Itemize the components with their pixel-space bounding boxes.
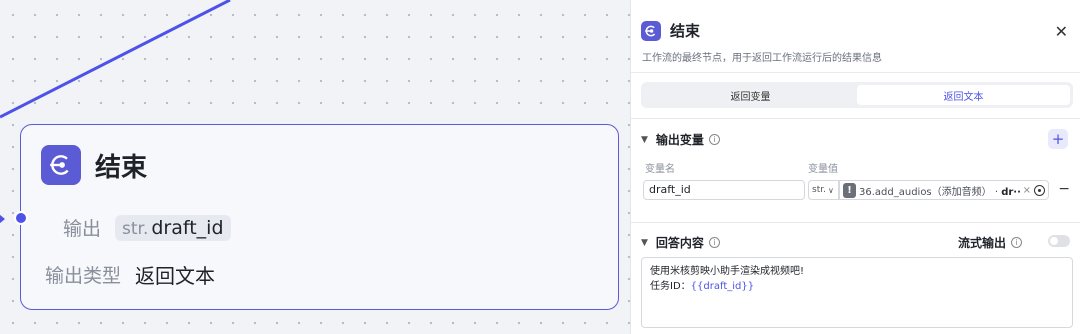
end-node[interactable]: 结束 输出 str. draft_id 输出类型 返回文本 [0, 124, 619, 310]
node-output-row: 输出 str. draft_id [21, 214, 231, 241]
stream-output-label: 流式输出 [957, 236, 1006, 250]
answer-section-title: 回答内容 [655, 236, 704, 250]
output-type-label: 输出类型 [44, 265, 121, 287]
stream-output-toggle[interactable] [1048, 235, 1070, 247]
info-icon[interactable]: i [708, 134, 720, 145]
info-icon[interactable]: i [1011, 237, 1022, 248]
remove-variable-button[interactable]: − [1058, 181, 1070, 197]
variable-type-value: str. [812, 185, 826, 195]
variable-name-input[interactable]: draft_id [643, 180, 805, 200]
close-icon[interactable]: ✕ [1055, 22, 1068, 41]
chevron-down-icon[interactable]: ▼ [641, 238, 648, 248]
answer-section-header[interactable]: ▼ 回答内容 i [641, 234, 720, 251]
chevron-down-icon[interactable]: ▼ [641, 135, 648, 145]
end-node-icon [641, 20, 661, 41]
node-config-panel: 结束 ✕ 工作流的最终节点，用于返回工作流运行后的结果信息 返回变量 返回文本 … [630, 0, 1080, 334]
divider [631, 72, 1080, 73]
output-label: 输出 [62, 218, 101, 240]
variable-type-select[interactable]: str. ∨ [808, 180, 839, 200]
output-section-title: 输出变量 [655, 133, 704, 147]
output-var-name: draft_id [151, 216, 224, 239]
add-variable-button[interactable]: + [1048, 129, 1068, 149]
end-node-icon [41, 145, 81, 185]
column-header-name: 变量名 [645, 164, 675, 175]
reference-text: 36.add_audios（添加音频） · dr··· [859, 183, 1020, 198]
panel-title: 结束 [670, 22, 701, 40]
panel-header: 结束 [641, 20, 700, 41]
warning-icon: ! [843, 182, 856, 198]
stream-output-label-wrap: 流式输出 i [958, 234, 1022, 251]
output-var-type: str. [122, 218, 149, 239]
node-output-type-row: 输出类型 返回文本 [21, 260, 215, 289]
return-mode-tabs: 返回变量 返回文本 [641, 82, 1073, 108]
output-type-value: 返回文本 [135, 264, 215, 288]
node-title: 结束 [95, 152, 148, 183]
answer-line-2: 任务ID：{{draft_id}} [650, 279, 1064, 294]
divider [631, 118, 1080, 119]
variable-reference-field[interactable]: ! 36.add_audios（添加音频） · dr··· × [839, 180, 1049, 200]
clear-reference-icon[interactable]: × [1023, 185, 1031, 196]
answer-variable: {{draft_id}} [690, 281, 755, 292]
output-section-header[interactable]: ▼ 输出变量 i [641, 131, 720, 148]
column-header-value: 变量值 [808, 164, 838, 175]
info-icon[interactable]: i [708, 237, 720, 248]
target-select-icon[interactable] [1034, 184, 1045, 196]
tab-return-variable[interactable]: 返回变量 [644, 85, 857, 105]
answer-content-editor[interactable]: 使用米核剪映小助手渲染成视频吧! 任务ID：{{draft_id}} [641, 257, 1073, 328]
reference-separator: · [991, 186, 1002, 198]
output-var-tag: str. draft_id [115, 214, 231, 241]
answer-line-1: 使用米核剪映小助手渲染成视频吧! [650, 266, 805, 277]
panel-description: 工作流的最终节点，用于返回工作流运行后的结果信息 [642, 53, 882, 64]
divider [631, 222, 1080, 223]
reference-field: dr··· [1001, 186, 1019, 198]
node-header: 结束 [41, 145, 147, 185]
workflow-canvas[interactable]: 结束 输出 str. draft_id 输出类型 返回文本 [0, 0, 630, 334]
input-port-arrow [0, 214, 5, 224]
reference-node: 36.add_audios（添加音频） [859, 186, 992, 198]
tab-return-text[interactable]: 返回文本 [857, 85, 1070, 105]
answer-line-2-prefix: 任务ID： [650, 281, 691, 292]
chevron-down-icon: ∨ [827, 185, 834, 195]
